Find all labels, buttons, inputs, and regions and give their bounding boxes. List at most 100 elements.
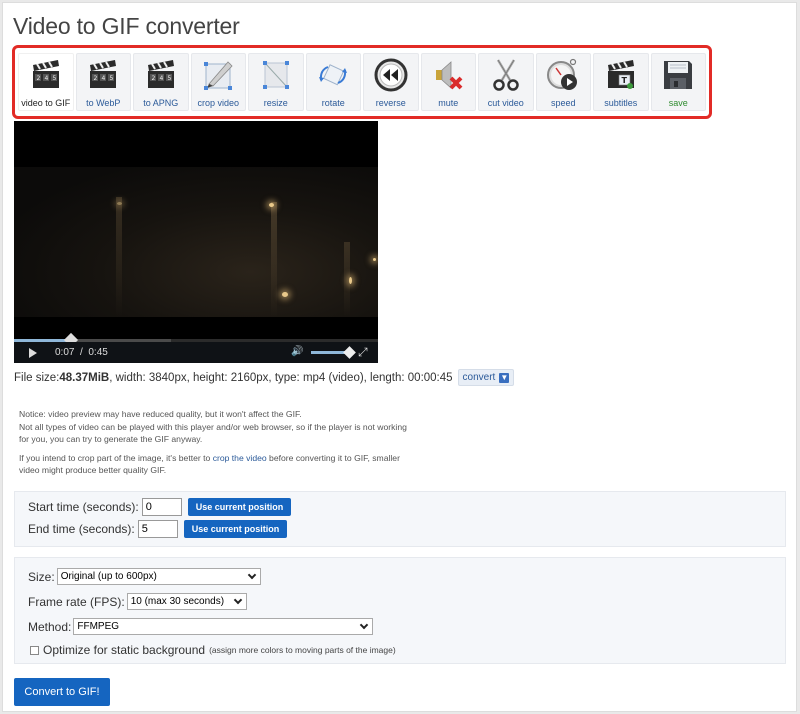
video-frame bbox=[14, 167, 378, 317]
tool-label: subtitles bbox=[604, 98, 638, 108]
start-time-label: Start time (seconds): bbox=[28, 500, 139, 514]
floppy-disk-icon bbox=[664, 61, 693, 89]
duration: 0:45 bbox=[88, 347, 108, 358]
crop-video-link[interactable]: crop the video bbox=[213, 453, 267, 463]
tool-label: resize bbox=[263, 98, 288, 108]
volume-slider[interactable] bbox=[311, 346, 356, 359]
rewind-icon bbox=[374, 58, 408, 92]
method-select-value: FFMPEG bbox=[77, 621, 120, 632]
fps-select-value: 10 (max 30 seconds) bbox=[130, 596, 225, 607]
notice-line-1: Notice: video preview may have reduced q… bbox=[19, 409, 302, 419]
optimize-row: Optimize for static background (assign m… bbox=[30, 643, 396, 657]
tool-reverse[interactable]: reverse bbox=[363, 53, 419, 111]
file-size-label: File size: bbox=[14, 371, 60, 384]
tool-label: mute bbox=[438, 98, 459, 108]
start-time-row: Start time (seconds): Use current positi… bbox=[28, 498, 292, 516]
optimize-label[interactable]: Optimize for static background bbox=[43, 643, 205, 657]
tool-label: video to GIF bbox=[21, 98, 71, 108]
tool-rotate[interactable]: rotate bbox=[305, 53, 361, 111]
tool-label: reverse bbox=[375, 98, 406, 108]
player-controls: 0:07 / 0:45 🔊 ⤢ bbox=[14, 342, 378, 363]
tool-label: crop video bbox=[197, 98, 240, 108]
fullscreen-icon[interactable]: ⤢ bbox=[358, 345, 368, 360]
current-time: 0:07 bbox=[55, 347, 75, 358]
clapperboard-icon: 245 bbox=[90, 60, 117, 88]
mute-icon bbox=[436, 61, 463, 90]
method-label: Method: bbox=[28, 619, 72, 634]
crop-icon bbox=[204, 61, 233, 90]
method-row: Method: FFMPEG bbox=[28, 618, 374, 635]
size-select-value: Original (up to 600px) bbox=[60, 571, 157, 582]
tool-label: save bbox=[668, 98, 688, 108]
tool-to-apng[interactable]: 245 to APNG bbox=[133, 53, 189, 111]
resize-icon bbox=[262, 61, 289, 89]
use-current-position-start-button[interactable]: Use current position bbox=[187, 498, 292, 516]
fps-label: Frame rate (FPS): bbox=[28, 594, 125, 609]
page-title: Video to GIF converter bbox=[13, 13, 240, 39]
tool-label: rotate bbox=[321, 98, 345, 108]
optimize-checkbox[interactable] bbox=[30, 645, 39, 655]
tool-resize[interactable]: resize bbox=[248, 53, 304, 111]
tool-label: to WebP bbox=[86, 98, 121, 108]
tool-mute[interactable]: mute bbox=[420, 53, 476, 111]
file-info: File size: 48.37MiB, width: 3840px, heig… bbox=[14, 369, 515, 386]
svg-text:T: T bbox=[621, 76, 627, 85]
timing-panel: Start time (seconds): Use current positi… bbox=[14, 491, 786, 547]
svg-text:4: 4 bbox=[44, 75, 48, 82]
time-display: 0:07 / 0:45 bbox=[55, 347, 108, 358]
fps-select[interactable]: 10 (max 30 seconds) bbox=[126, 593, 247, 610]
scissors-icon bbox=[493, 59, 519, 91]
tool-toolbar: 245 video to GIF 245 to WebP 245 to APNG… bbox=[12, 45, 712, 119]
start-time-input[interactable] bbox=[141, 498, 182, 516]
svg-text:5: 5 bbox=[110, 75, 114, 82]
use-current-position-end-button[interactable]: Use current position bbox=[183, 520, 288, 538]
fps-row: Frame rate (FPS): 10 (max 30 seconds) bbox=[28, 593, 247, 610]
optimize-hint: (assign more colors to moving parts of t… bbox=[209, 645, 396, 655]
svg-text:5: 5 bbox=[167, 75, 171, 82]
tool-label: speed bbox=[550, 98, 576, 108]
download-arrow-icon: ▼ bbox=[499, 372, 510, 383]
notice-line-2: Not all types of video can be played wit… bbox=[19, 421, 407, 445]
tool-save[interactable]: save bbox=[650, 53, 706, 111]
tool-to-webp[interactable]: 245 to WebP bbox=[75, 53, 131, 111]
chevron-down-icon bbox=[233, 595, 242, 604]
tool-label: cut video bbox=[487, 98, 524, 108]
end-time-input[interactable] bbox=[137, 520, 178, 538]
rotate-icon bbox=[319, 64, 348, 86]
svg-text:2: 2 bbox=[94, 75, 98, 82]
end-time-label: End time (seconds): bbox=[28, 522, 135, 536]
convert-dropdown-button[interactable]: convert ▼ bbox=[457, 369, 515, 386]
tool-subtitles[interactable]: T subtitles bbox=[593, 53, 649, 111]
chevron-down-icon bbox=[247, 570, 256, 579]
clapperboard-icon: 245 bbox=[32, 60, 59, 88]
svg-text:2: 2 bbox=[151, 75, 155, 82]
video-player[interactable]: 0:07 / 0:45 🔊 ⤢ bbox=[14, 121, 378, 363]
tool-speed[interactable]: speed bbox=[535, 53, 591, 111]
options-panel: Size: Original (up to 600px) Frame rate … bbox=[14, 557, 786, 664]
size-select[interactable]: Original (up to 600px) bbox=[56, 568, 261, 585]
size-label: Size: bbox=[28, 569, 55, 584]
clapperboard-icon: 245 bbox=[147, 60, 174, 88]
volume-icon[interactable]: 🔊 bbox=[291, 346, 303, 357]
svg-text:4: 4 bbox=[159, 75, 163, 82]
file-size-value: 48.37MiB bbox=[59, 371, 110, 384]
volume-handle[interactable] bbox=[342, 346, 356, 359]
convert-to-gif-button[interactable]: Convert to GIF! bbox=[14, 678, 110, 706]
subtitles-icon: T bbox=[607, 60, 634, 89]
tool-cut-video[interactable]: cut video bbox=[478, 53, 534, 111]
file-details: , width: 3840px, height: 2160px, type: m… bbox=[109, 371, 453, 384]
crop-hint-before: If you intend to crop part of the image,… bbox=[19, 452, 213, 463]
svg-text:5: 5 bbox=[52, 75, 56, 82]
size-row: Size: Original (up to 600px) bbox=[28, 568, 261, 585]
tool-label: to APNG bbox=[143, 98, 179, 108]
play-icon[interactable] bbox=[29, 347, 37, 358]
convert-dropdown-label: convert bbox=[462, 372, 496, 383]
svg-text:4: 4 bbox=[102, 75, 106, 82]
time-separator: / bbox=[80, 347, 83, 358]
tool-video-to-gif[interactable]: 245 video to GIF bbox=[18, 53, 74, 111]
method-select[interactable]: FFMPEG bbox=[73, 618, 374, 635]
notice-text: Notice: video preview may have reduced q… bbox=[19, 408, 409, 483]
page-container: Video to GIF converter 245 video to GIF … bbox=[2, 2, 797, 712]
tool-crop-video[interactable]: crop video bbox=[190, 53, 246, 111]
chevron-down-icon bbox=[360, 620, 369, 629]
